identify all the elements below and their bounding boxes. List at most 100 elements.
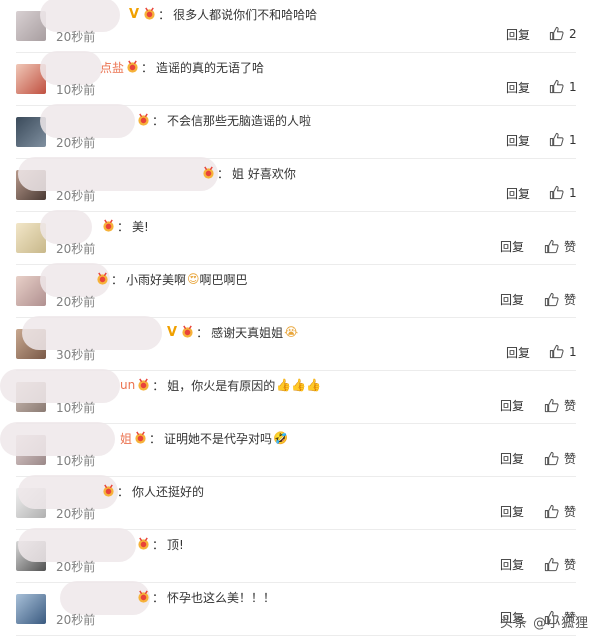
avatar[interactable] <box>16 594 46 624</box>
like-count: 赞 <box>564 293 577 307</box>
comment-time: 20秒前 <box>56 242 96 256</box>
emoji-icon: 🤣 <box>273 431 288 445</box>
reply-button[interactable]: 回复 <box>506 185 530 202</box>
comment-time: 20秒前 <box>56 30 96 44</box>
comment-header: ：美! <box>100 216 149 236</box>
like-button[interactable]: 1 <box>549 79 577 94</box>
comment-time: 10秒前 <box>56 83 96 97</box>
colon: ： <box>117 484 130 499</box>
thumbs-up-icon <box>549 79 564 94</box>
colon: ： <box>196 325 209 340</box>
comment-header: ：不会信那些无脑造谣的人啦 <box>135 110 311 130</box>
reply-button[interactable]: 回复 <box>500 450 524 467</box>
thumbs-up-icon <box>544 292 559 307</box>
comment-header: ：小雨好美啊 😍 啊巴啊巴 <box>94 269 248 289</box>
reply-button[interactable]: 回复 <box>500 291 524 308</box>
thumbs-up-icon <box>544 557 559 572</box>
reply-button[interactable]: 回复 <box>506 79 530 96</box>
comment-item: ：不会信那些无脑造谣的人啦 20秒前 回复 1 <box>0 104 592 159</box>
comment-item: ：姐 好喜欢你 20秒前 回复 1 <box>0 157 592 212</box>
comment-text: 很多人都说你们不和哈哈哈 <box>173 7 318 22</box>
comment-item: ：小雨好美啊 😍 啊巴啊巴 20秒前 回复 赞 <box>0 263 592 318</box>
comment-text: 证明她不是代孕对吗 <box>164 431 273 446</box>
redacted-username <box>0 369 120 403</box>
reply-button[interactable]: 回复 <box>500 397 524 414</box>
like-button[interactable]: 赞 <box>544 291 576 308</box>
like-button[interactable]: 1 <box>549 344 577 359</box>
comment-text: 你人还挺好的 <box>132 484 205 499</box>
reply-button[interactable]: 回复 <box>506 26 530 43</box>
fan-medal-icon <box>138 378 149 391</box>
comment-text-tail: 啊巴啊巴 <box>199 272 248 287</box>
redacted-username <box>40 210 92 244</box>
verified-badge-icon: V <box>129 6 140 22</box>
comment-text: 造谣的真的无语了哈 <box>156 60 265 75</box>
like-count: 赞 <box>564 452 577 466</box>
like-count: 1 <box>569 185 577 200</box>
comment-text: 感谢天真姐姐 <box>211 325 284 340</box>
like-button[interactable]: 赞 <box>544 556 576 573</box>
like-count: 赞 <box>564 399 577 413</box>
thumbs-up-icon <box>544 398 559 413</box>
redacted-username <box>18 157 218 191</box>
colon: ： <box>149 431 162 446</box>
username[interactable]: un <box>120 378 135 392</box>
like-button[interactable]: 赞 <box>544 503 576 520</box>
comment-item: V ：感谢天真姐姐 😭 30秒前 回复 1 <box>0 316 592 371</box>
reply-button[interactable]: 回复 <box>506 132 530 149</box>
like-button[interactable]: 赞 <box>544 238 576 255</box>
like-button[interactable]: 2 <box>549 26 577 41</box>
comment-time: 30秒前 <box>56 348 96 362</box>
fan-medal-icon <box>138 590 149 603</box>
comment-time: 10秒前 <box>56 454 96 468</box>
emoji-icon: 😍 <box>187 272 200 286</box>
reply-button[interactable]: 回复 <box>500 503 524 520</box>
colon: ： <box>152 113 165 128</box>
comment-text: 顶! <box>167 537 184 552</box>
colon: ： <box>217 166 230 181</box>
colon: ： <box>111 272 124 287</box>
redacted-username <box>40 104 135 138</box>
fan-medal-icon <box>127 60 138 73</box>
username[interactable]: 姐 <box>120 430 132 447</box>
fan-medal-icon <box>135 431 146 444</box>
like-button[interactable]: 赞 <box>544 397 576 414</box>
watermark: 头条 @小狐狸 <box>500 616 590 631</box>
reply-button[interactable]: 回复 <box>500 238 524 255</box>
divider <box>16 635 576 636</box>
username[interactable]: 点盐 <box>100 59 124 76</box>
fan-medal-icon <box>182 325 193 338</box>
like-button[interactable]: 1 <box>549 132 577 147</box>
like-button[interactable]: 赞 <box>544 450 576 467</box>
comment-header: 点盐 ：造谣的真的无语了哈 <box>100 57 264 77</box>
comment-item: V ：很多人都说你们不和哈哈哈 20秒前 回复 2 <box>0 0 592 53</box>
thumbs-up-icon <box>544 451 559 466</box>
comment-header: un ：姐，你火是有原因的 👍👍👍 <box>120 375 321 395</box>
colon: ： <box>158 7 171 22</box>
comment-item: 点盐 ：造谣的真的无语了哈 10秒前 回复 1 <box>0 51 592 106</box>
fan-medal-icon <box>138 537 149 550</box>
reply-button[interactable]: 回复 <box>500 556 524 573</box>
reply-button[interactable]: 回复 <box>506 344 530 361</box>
redacted-username <box>40 51 102 85</box>
comment-item: ：美! 20秒前 回复 赞 <box>0 210 592 265</box>
thumbs-up-icon <box>549 344 564 359</box>
fan-medal-icon <box>203 166 214 179</box>
thumbs-up-icon <box>549 185 564 200</box>
thumbs-up-icon <box>549 132 564 147</box>
emoji-icon: 😭 <box>284 325 299 339</box>
redacted-username <box>0 422 115 456</box>
fan-medal-icon <box>138 113 149 126</box>
comment-time: 20秒前 <box>56 189 96 203</box>
fan-medal-icon <box>144 7 155 20</box>
comment-header: ：怀孕也这么美！！！ <box>135 587 275 607</box>
comment-header: ：顶! <box>135 534 184 554</box>
like-count: 1 <box>569 344 577 359</box>
comment-item: ：你人还挺好的 20秒前 回复 赞 <box>0 475 592 530</box>
redacted-username <box>22 316 162 350</box>
colon: ： <box>152 590 165 605</box>
comment-item: ：顶! 20秒前 回复 赞 <box>0 528 592 583</box>
colon: ： <box>117 219 130 234</box>
like-button[interactable]: 1 <box>549 185 577 200</box>
verified-badge-icon: V <box>167 324 178 340</box>
